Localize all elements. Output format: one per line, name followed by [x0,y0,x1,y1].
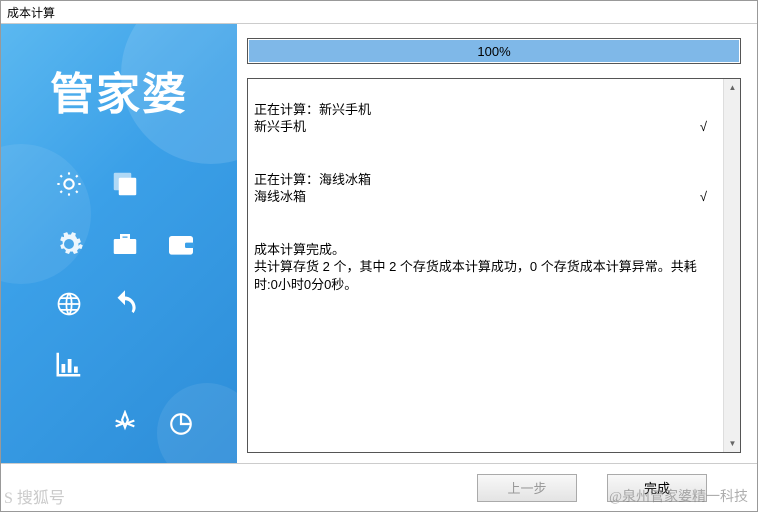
prev-button: 上一步 [477,474,577,502]
log-content: 正在计算：新兴手机 新兴手机√ 正在计算：海线冰箱 海线冰箱√ 成本计算完成。 … [248,79,723,452]
layers-icon [109,168,141,200]
blank-icon [53,408,85,440]
briefcase-icon [109,228,141,260]
wallet-icon [165,228,197,260]
footer: 上一步 完成 [1,463,757,511]
undo-icon [109,288,141,320]
blank-icon [109,348,141,380]
gear-icon [53,228,85,260]
window-title: 成本计算 [1,1,757,23]
cost-calc-window: 成本计算 管家婆 [0,0,758,512]
progress-text: 100% [248,39,740,63]
sohu-watermark: S 搜狐号 [4,484,65,508]
scrollbar[interactable]: ▲ ▼ [723,79,740,452]
sun-icon [53,168,85,200]
progress-bar: 100% [247,38,741,64]
app-logo: 管家婆 [1,58,237,122]
done-button[interactable]: 完成 [607,474,707,502]
check-icon: √ [700,118,717,136]
check-icon: √ [700,188,717,206]
blank-icon [165,288,197,320]
sidebar-icon-grid [41,154,211,463]
blank-icon [165,168,197,200]
main-panel: 100% 正在计算：新兴手机 新兴手机√ 正在计算：海线冰箱 海线冰箱√ 成本计… [237,24,757,463]
star-icon [109,408,141,440]
log-output: 正在计算：新兴手机 新兴手机√ 正在计算：海线冰箱 海线冰箱√ 成本计算完成。 … [247,78,741,453]
bar-chart-icon [53,348,85,380]
globe-icon [53,288,85,320]
body: 管家婆 [1,23,757,463]
blank-icon [165,348,197,380]
scroll-down-icon[interactable]: ▼ [724,435,741,452]
sidebar: 管家婆 [1,24,237,463]
scroll-up-icon[interactable]: ▲ [724,79,741,96]
pie-icon [165,408,197,440]
